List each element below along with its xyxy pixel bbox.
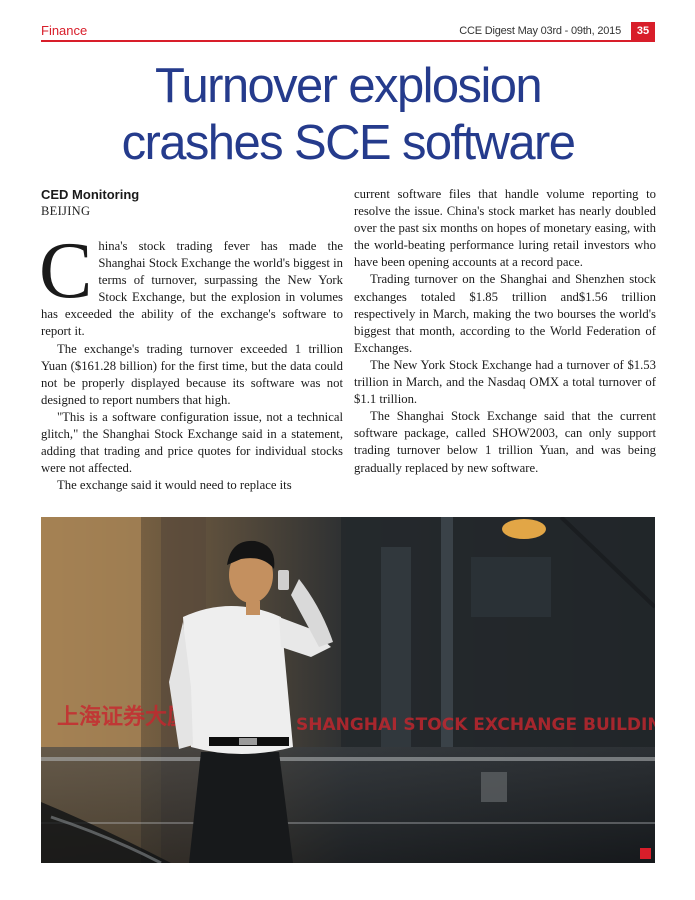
headline-line-2: crashes SCE software: [121, 116, 576, 170]
sign-english: SHANGHAI STOCK EXCHANGE BUILDING: [296, 715, 655, 735]
paragraph: The New York Stock Exchange had a turnov…: [354, 357, 656, 407]
page-header: Finance CCE Digest May 03rd - 09th, 2015…: [41, 22, 655, 42]
header-right: CCE Digest May 03rd - 09th, 2015 35: [459, 22, 655, 40]
paragraph: Trading turnover on the Shanghai and She…: [354, 272, 656, 355]
headline: Turnover explosion crashes SCE software: [41, 58, 655, 172]
photo-illustration: 上海证券大厦 SHANGHAI STOCK EXCHANGE BUILDING: [41, 517, 655, 863]
paragraph: The exchange's trading turnover exceeded…: [41, 341, 343, 407]
sign-chinese: 上海证券大厦: [57, 704, 189, 730]
paragraph: China's stock trading fever has made the…: [39, 227, 343, 341]
article-photo: 上海证券大厦 SHANGHAI STOCK EXCHANGE BUILDING: [41, 517, 655, 863]
paragraph: The Shanghai Stock Exchange said that th…: [354, 409, 656, 475]
paragraph: current software files that handle volum…: [354, 187, 656, 270]
article-column-right: current software files that handle volum…: [354, 186, 656, 477]
paragraph: The exchange said it would need to repla…: [57, 478, 292, 493]
paragraph: "This is a software configuration issue,…: [41, 409, 343, 476]
issue-date: CCE Digest May 03rd - 09th, 2015: [459, 25, 621, 37]
page-number: 35: [631, 22, 655, 40]
byline: CED Monitoring: [41, 187, 140, 202]
end-mark: [640, 848, 651, 859]
dateline: BEIJING: [41, 204, 91, 218]
section-label: Finance: [41, 23, 88, 38]
drop-cap: C: [39, 227, 93, 315]
headline-line-1: Turnover explosion: [154, 59, 543, 113]
article-column-left: China's stock trading fever has made the…: [39, 227, 343, 494]
